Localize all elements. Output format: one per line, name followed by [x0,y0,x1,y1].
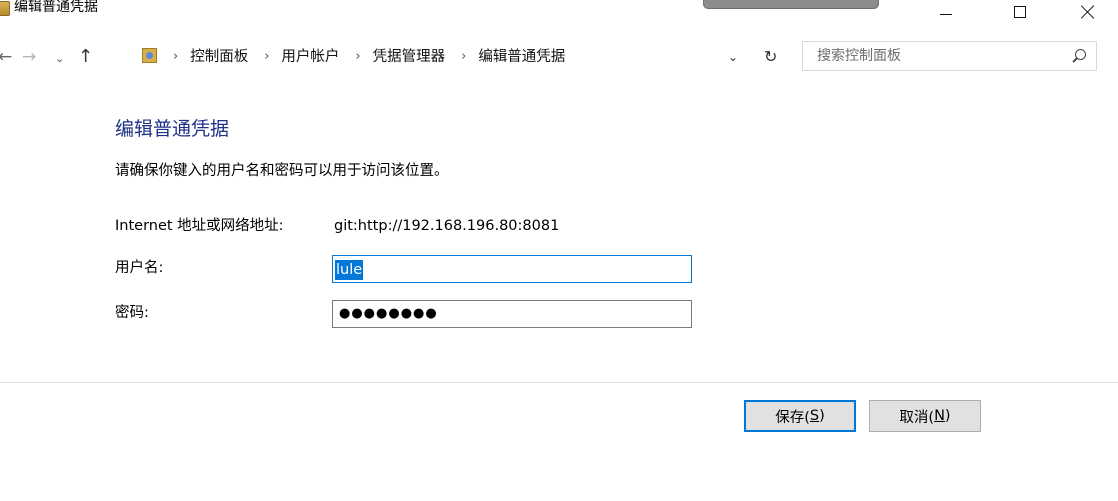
maximize-button[interactable] [997,0,1043,24]
control-panel-icon [142,48,157,63]
close-button[interactable] [1065,0,1111,24]
search-box[interactable] [802,41,1097,71]
password-mask[interactable]: ●●●●●●●● [339,304,438,324]
page-title: 编辑普通凭据 [115,118,230,140]
breadcrumb-item-edit-credential[interactable]: 编辑普通凭据 [478,48,565,66]
search-input[interactable] [817,47,1057,65]
username-value[interactable]: lule [335,260,364,280]
breadcrumb-item-credential-manager[interactable]: 凭据管理器 [373,48,446,66]
minimize-button[interactable] [923,0,969,24]
instruction-text: 请确保你键入的用户名和密码可以用于访问该位置。 [115,163,449,179]
address-value: git:http://192.168.196.80:8081 [334,218,560,234]
breadcrumb: › 控制面板 › 用户帐户 › 凭据管理器 › 编辑普通凭据 [171,48,579,66]
save-button-label: 保存( [775,409,810,426]
back-button[interactable]: ← [0,47,12,67]
password-label: 密码: [115,305,149,321]
edit-credential-window: 编辑普通凭据 ← → ⌄ ↑ › 控制面板 › 用户帐户 › 凭据管理器 › 编… [0,0,1118,501]
save-button[interactable]: 保存(S) [744,400,856,432]
recent-locations-button[interactable]: ⌄ [55,49,64,69]
address-dropdown-icon[interactable]: ⌄ [728,50,738,64]
cancel-button[interactable]: 取消(N) [869,400,981,432]
breadcrumb-item-control-panel[interactable]: 控制面板 [190,48,248,66]
password-field[interactable]: ●●●●●●●● [332,300,692,328]
footer-divider [0,382,1118,383]
username-label: 用户名: [115,260,164,276]
breadcrumb-item-user-accounts[interactable]: 用户帐户 [281,48,339,66]
address-label: Internet 地址或网络地址: [115,218,284,234]
window-title: 编辑普通凭据 [14,0,98,15]
forward-button[interactable]: → [22,47,36,67]
close-icon [1081,5,1095,19]
up-button[interactable]: ↑ [78,47,93,67]
cancel-access-key: N [934,408,945,424]
minimize-icon [940,13,952,15]
navigation-bar: ← → ⌄ ↑ › 控制面板 › 用户帐户 › 凭据管理器 › 编辑普通凭据 ⌄… [0,38,1118,78]
breadcrumb-separator-icon[interactable]: › [355,48,360,66]
breadcrumb-separator-icon[interactable]: › [264,48,269,66]
address-bar[interactable]: › 控制面板 › 用户帐户 › 凭据管理器 › 编辑普通凭据 ⌄ ↻ [134,41,792,73]
refresh-icon[interactable]: ↻ [764,47,777,66]
breadcrumb-separator-icon[interactable]: › [461,48,466,66]
search-icon[interactable] [1075,49,1086,60]
title-bar-pill [703,0,879,9]
cancel-button-tail: ) [944,408,951,424]
title-bar: 编辑普通凭据 [0,0,1118,30]
credential-manager-icon [0,1,10,16]
save-access-key: S [809,408,820,424]
username-field[interactable]: lule [332,255,692,283]
cancel-button-label: 取消( [899,409,935,426]
save-button-tail: ) [819,408,825,424]
breadcrumb-separator-icon[interactable]: › [173,48,178,66]
maximize-icon [1014,6,1026,18]
